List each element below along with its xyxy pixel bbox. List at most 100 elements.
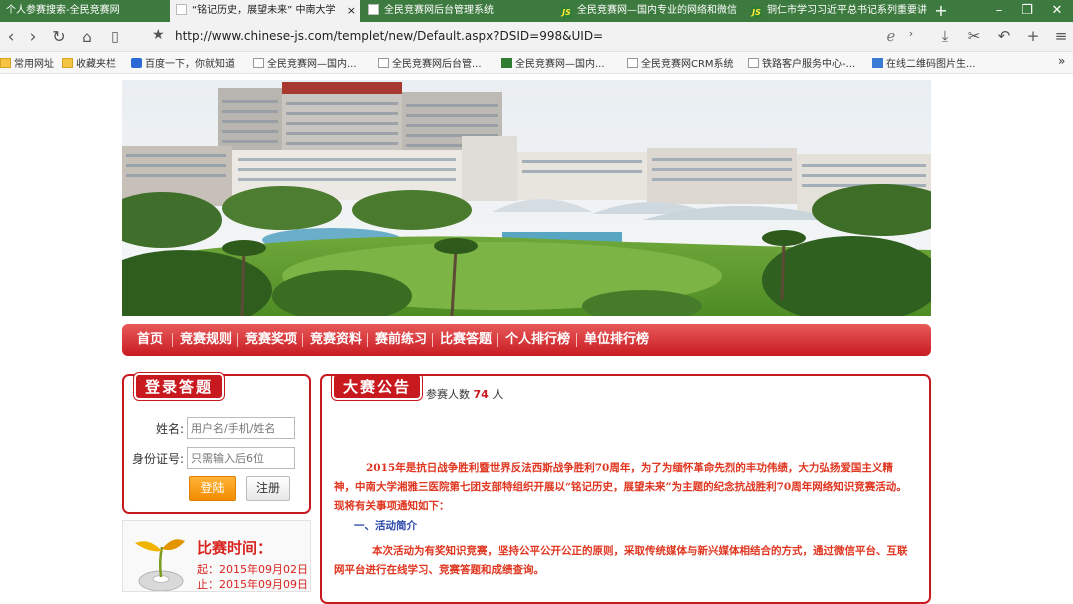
back-icon[interactable]: ‹	[0, 26, 22, 48]
bookmark-label: 收藏夹栏	[76, 59, 116, 70]
nav-rules[interactable]: 竞赛规则	[180, 324, 232, 356]
register-button[interactable]: 注册	[246, 476, 290, 501]
download-icon[interactable]: ⤓	[934, 27, 956, 45]
bookmark-label: 全民竞赛网后台管...	[392, 59, 482, 70]
browser-tab[interactable]: JS 铜仁市学习习近平总书记系列重要讲	[745, 0, 927, 22]
tab-title: 全民竞赛网—国内专业的网络和微信	[577, 5, 737, 16]
name-label: 姓名:	[155, 422, 184, 436]
bookmark-star-icon[interactable]: ★	[152, 27, 165, 43]
close-window-icon[interactable]: ✕	[1046, 0, 1068, 22]
bookmark-item[interactable]: 全民竞赛网—国内...	[253, 55, 357, 70]
bookmark-label: 全民竞赛网—国内...	[267, 59, 357, 70]
refresh-icon[interactable]: ↻	[48, 26, 70, 48]
nav-separator	[576, 333, 577, 347]
main-nav: 首页 竞赛规则 竞赛奖项 竞赛资料 赛前练习 比赛答题 个人排行榜 单位排行榜	[122, 324, 931, 356]
bookmark-item[interactable]: 铁路客户服务中心-...	[748, 55, 855, 70]
page-icon	[253, 58, 264, 68]
nav-separator	[432, 333, 433, 347]
home-icon[interactable]: ⌂	[76, 26, 98, 48]
page-icon	[627, 58, 638, 68]
bookmark-label: 在线二维码图片生...	[886, 59, 976, 70]
nav-separator	[237, 333, 238, 347]
minimize-icon[interactable]: –	[988, 0, 1010, 22]
bookmark-label: 铁路客户服务中心-...	[762, 59, 856, 70]
bookmark-item[interactable]: 百度一下，你就知道	[131, 55, 235, 70]
tab-title: 个人参赛搜索-全民竞赛网	[6, 5, 120, 16]
notice-title: 大赛公告	[332, 376, 423, 400]
bookmark-label: 全民竞赛网CRM系统	[641, 59, 734, 70]
contest-time-panel: 比赛时间： 起：2015年09月02日 止：2015年09月09日	[122, 520, 311, 592]
qr-icon	[872, 58, 883, 68]
close-tab-icon[interactable]: ×	[347, 0, 356, 22]
bookmark-item[interactable]: 全民竞赛网后台管...	[378, 55, 482, 70]
participant-count: 参赛人数 74 人	[426, 386, 503, 402]
bookmark-item[interactable]: 常用网址	[0, 55, 54, 70]
new-tab-button[interactable]: +	[930, 0, 952, 22]
more-bookmarks-icon[interactable]: »	[1058, 54, 1065, 68]
ie-mode-icon[interactable]: ℯ	[880, 27, 902, 45]
bookmark-item[interactable]: 全民竞赛网—国内...	[501, 55, 605, 70]
baidu-paw-icon	[131, 58, 142, 68]
js-logo-icon	[501, 58, 512, 68]
nav-unit-ranking[interactable]: 单位排行榜	[584, 324, 649, 356]
nav-materials[interactable]: 竞赛资料	[310, 324, 362, 356]
tab-title: “铭记历史，展望未来” 中南大学	[192, 5, 336, 16]
folder-icon	[0, 58, 11, 68]
nav-awards[interactable]: 竞赛奖项	[245, 324, 297, 356]
name-input[interactable]	[187, 417, 295, 439]
section-text: 本次活动为有奖知识竞赛，坚持公平公开公正的原则，采取传统媒体与新兴媒体相结合的方…	[334, 545, 908, 576]
bookmark-item[interactable]: 全民竞赛网CRM系统	[627, 55, 734, 70]
menu-icon[interactable]: ≡	[1050, 27, 1072, 45]
participants-number: 74	[473, 388, 489, 401]
restore-icon[interactable]: ❐	[1016, 0, 1038, 22]
browser-tab[interactable]: JS 全民竞赛网—国内专业的网络和微信	[555, 0, 743, 22]
login-title: 登录答题	[134, 373, 225, 400]
page-icon	[368, 4, 379, 15]
section-heading: 一、活动简介	[354, 520, 417, 532]
browser-tab-active[interactable]: “铭记历史，展望未来” 中南大学 ×	[170, 0, 360, 22]
tab-title: 铜仁市学习习近平总书记系列重要讲	[767, 5, 927, 16]
participants-prefix: 参赛人数	[426, 388, 470, 401]
browser-tab[interactable]: 全民竞赛网后台管理系统	[362, 0, 550, 22]
js-logo-icon: JS	[751, 7, 762, 18]
tab-title: 全民竞赛网后台管理系统	[384, 5, 494, 16]
nav-personal-ranking[interactable]: 个人排行榜	[505, 324, 570, 356]
hospital-banner-image	[122, 80, 931, 316]
cut-icon[interactable]: ✂	[963, 27, 985, 45]
add-icon[interactable]: +	[1022, 27, 1044, 45]
nav-separator	[367, 333, 368, 347]
nav-practice[interactable]: 赛前练习	[375, 324, 427, 356]
nav-separator	[302, 333, 303, 347]
sprout-disc-icon	[135, 539, 185, 591]
js-logo-icon: JS	[561, 7, 572, 18]
bookmarks-bar: 常用网址 收藏夹栏 百度一下，你就知道 全民竞赛网—国内... 全民竞赛网后台管…	[0, 52, 1073, 74]
nav-separator	[497, 333, 498, 347]
undo-icon[interactable]: ↶	[993, 27, 1015, 45]
folder-icon	[62, 58, 73, 68]
browser-tab-bar: 个人参赛搜索-全民竞赛网 “铭记历史，展望未来” 中南大学 × 全民竞赛网后台管…	[0, 0, 1073, 22]
browser-tab[interactable]: 个人参赛搜索-全民竞赛网	[0, 0, 168, 22]
id-number-input[interactable]	[187, 447, 295, 469]
contest-start-date: 起：2015年09月02日	[197, 563, 308, 576]
forward-icon[interactable]: ›	[22, 26, 44, 48]
nav-separator	[172, 333, 173, 347]
page-icon	[378, 58, 389, 68]
url-field[interactable]: http://www.chinese-js.com/templet/new/De…	[175, 29, 603, 43]
bookmark-item[interactable]: 收藏夹栏	[62, 55, 116, 70]
nav-home[interactable]: 首页	[137, 324, 163, 356]
page-icon	[748, 58, 759, 68]
reader-icon[interactable]: ▯	[104, 26, 126, 48]
address-bar: ‹ › ↻ ⌂ ▯ ★ http://www.chinese-js.com/te…	[0, 22, 1073, 52]
id-label: 身份证号:	[131, 452, 184, 466]
bookmark-label: 常用网址	[14, 59, 54, 70]
chevron-right-icon[interactable]: ›	[900, 27, 922, 40]
notice-panel: 大赛公告 参赛人数 74 人 2015年是抗日战争胜利暨世界反法西斯战争胜利70…	[320, 374, 931, 604]
login-button[interactable]: 登陆	[189, 476, 236, 501]
notice-intro-text: 2015年是抗日战争胜利暨世界反法西斯战争胜利70周年，为了为缅怀革命先烈的丰功…	[334, 462, 907, 512]
bookmark-label: 百度一下，你就知道	[145, 59, 235, 70]
nav-answer[interactable]: 比赛答题	[440, 324, 492, 356]
bookmark-item[interactable]: 在线二维码图片生...	[872, 55, 976, 70]
participants-suffix: 人	[492, 388, 504, 401]
contest-time-title: 比赛时间：	[197, 539, 273, 557]
bookmark-label: 全民竞赛网—国内...	[515, 59, 605, 70]
